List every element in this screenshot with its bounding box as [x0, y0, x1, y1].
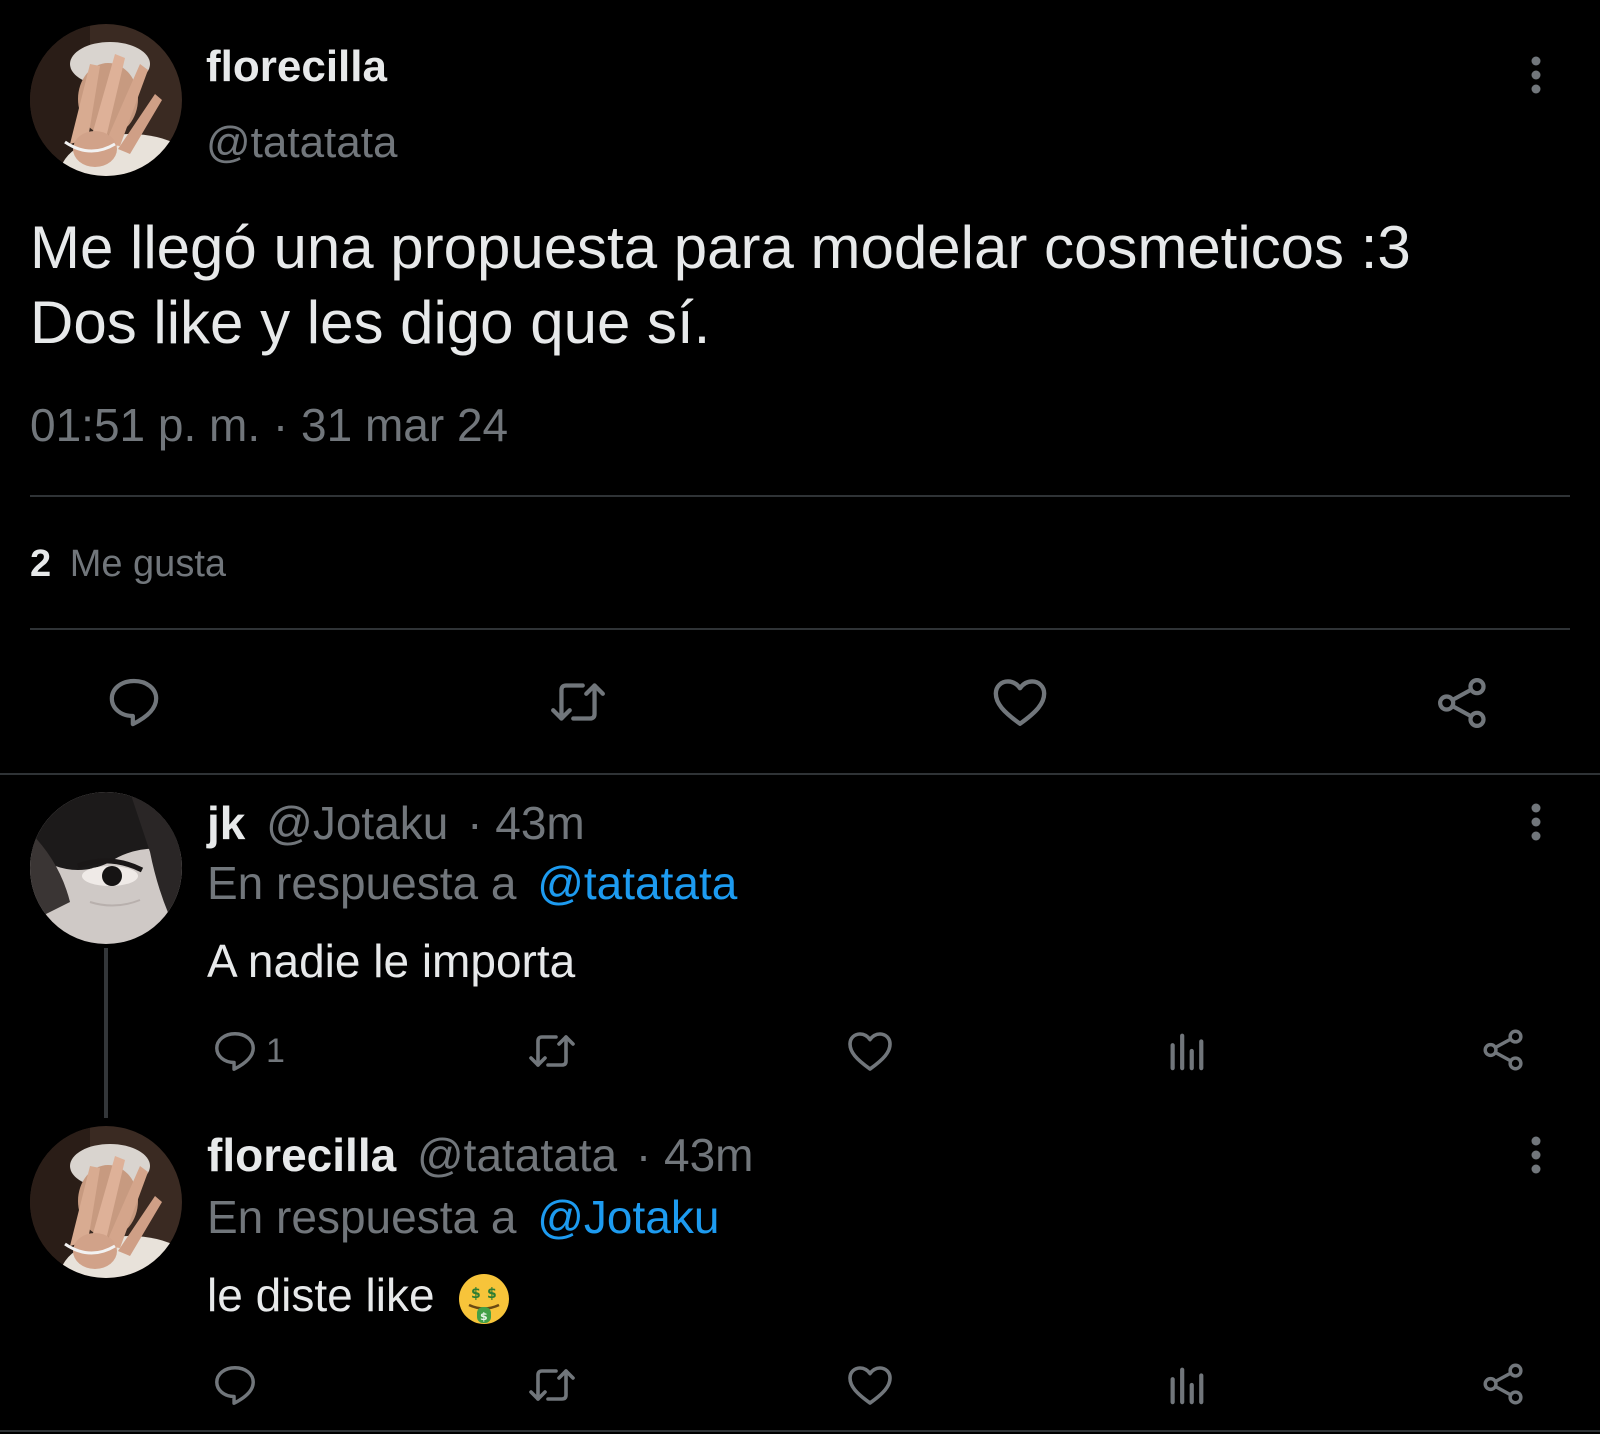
retweet-icon: [551, 683, 605, 721]
share-icon: [1483, 1363, 1523, 1405]
like-icon: [848, 1032, 892, 1071]
like-button[interactable]: [845, 1362, 895, 1408]
svg-text:$: $: [487, 1286, 497, 1302]
svg-text:$: $: [471, 1286, 481, 1302]
views-button[interactable]: [1164, 1362, 1208, 1408]
likes-summary[interactable]: 2 Me gusta: [30, 541, 226, 587]
more-vertical-icon: [1531, 1136, 1541, 1174]
likes-count: 2: [30, 543, 52, 585]
author-handle[interactable]: @tatatata: [206, 118, 397, 168]
reply-header: florecilla @tatatata · 43m: [207, 1128, 754, 1182]
tweet-timestamp[interactable]: 01:51 p. m. · 31 mar 24: [30, 398, 508, 452]
views-icon: [1170, 1367, 1204, 1405]
reply-context: En respuesta a @tatatata: [207, 856, 737, 910]
tweet-text-line-2: Dos like y les digo que sí.: [30, 289, 711, 356]
retweet-icon: [529, 1035, 575, 1067]
like-icon: [993, 679, 1047, 726]
reply-author-avatar[interactable]: [30, 792, 182, 944]
divider: [30, 495, 1570, 497]
more-vertical-icon: [1531, 56, 1541, 94]
author-name[interactable]: florecilla: [206, 42, 387, 92]
retweet-button[interactable]: [546, 674, 610, 730]
reply-time[interactable]: · 43m: [467, 797, 585, 849]
tweet-text: Me llegó una propuesta para modelar cosm…: [30, 210, 1570, 360]
more-options-button[interactable]: [1516, 1125, 1556, 1185]
like-button[interactable]: [990, 674, 1050, 730]
reply-author-handle[interactable]: @Jotaku: [266, 797, 448, 849]
reply-button[interactable]: [104, 674, 164, 730]
more-options-button[interactable]: [1516, 792, 1556, 852]
share-icon: [1483, 1029, 1523, 1071]
more-options-button[interactable]: [1516, 45, 1556, 105]
tweet-text-line-1: Me llegó una propuesta para modelar cosm…: [30, 214, 1411, 281]
reply-author-avatar[interactable]: [30, 1126, 182, 1278]
divider: [30, 628, 1570, 630]
reply-icon: [215, 1366, 255, 1405]
reply-context-prefix: En respuesta a: [207, 1191, 517, 1243]
reply-to-link[interactable]: @Jotaku: [537, 1191, 719, 1243]
reply-text-row: le diste like $ $ $: [207, 1268, 511, 1326]
views-icon: [1170, 1033, 1204, 1071]
retweet-button[interactable]: [524, 1028, 580, 1074]
reply-button[interactable]: [212, 1362, 262, 1408]
money-mouth-face-icon: $ $ $: [457, 1272, 511, 1326]
retweet-icon: [529, 1369, 575, 1401]
reply-text: le diste like: [207, 1269, 435, 1321]
more-vertical-icon: [1531, 803, 1541, 841]
reply-author-name[interactable]: jk: [207, 797, 245, 849]
share-button[interactable]: [1432, 674, 1494, 732]
svg-text:$: $: [480, 1310, 488, 1323]
reply-to-link[interactable]: @tatatata: [537, 857, 737, 909]
reply-icon: [215, 1032, 255, 1071]
likes-label: Me gusta: [69, 543, 227, 585]
reply-button[interactable]: 1: [212, 1028, 302, 1074]
retweet-button[interactable]: [524, 1362, 580, 1408]
share-button[interactable]: [1480, 1360, 1528, 1408]
reply-header: jk @Jotaku · 43m: [207, 796, 585, 850]
reply-text: A nadie le importa: [207, 935, 576, 987]
like-button[interactable]: [845, 1028, 895, 1074]
reply-context-prefix: En respuesta a: [207, 857, 517, 909]
reply-author-name[interactable]: florecilla: [207, 1129, 396, 1181]
reply-author-handle[interactable]: @tatatata: [417, 1129, 617, 1181]
views-button[interactable]: [1164, 1028, 1208, 1074]
share-icon: [1438, 678, 1486, 728]
divider: [0, 1430, 1600, 1432]
reply-icon: [109, 678, 159, 727]
author-avatar[interactable]: [30, 24, 182, 176]
reply-count: 1: [266, 1031, 285, 1070]
reply-time[interactable]: · 43m: [636, 1129, 754, 1181]
divider: [0, 773, 1600, 775]
like-icon: [848, 1366, 892, 1405]
reply-context: En respuesta a @Jotaku: [207, 1190, 719, 1244]
share-button[interactable]: [1480, 1026, 1528, 1074]
thread-line: [104, 948, 108, 1118]
